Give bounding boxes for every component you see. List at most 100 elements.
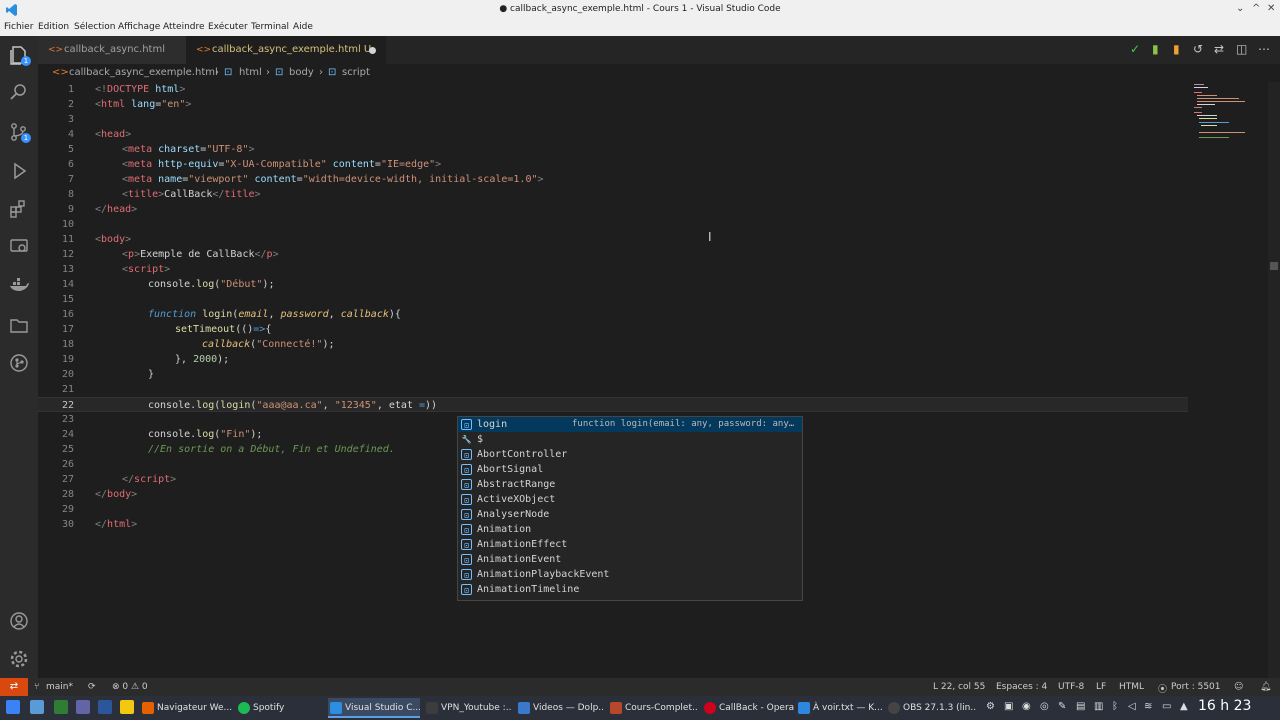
split-editor-icon[interactable]: ◫ [1236,42,1247,56]
taskbar-app[interactable]: Spotify [236,698,324,718]
autocomplete-popup[interactable]: ⊡ login function login(email: any, passwor… [457,416,803,601]
menu-terminal[interactable]: Terminal [251,22,289,32]
git-compare-icon[interactable]: ⇄ [1214,42,1224,56]
remote-icon[interactable]: ⇄ [0,678,28,696]
tab-callback-async-exemple[interactable]: <> callback_async_exemple.html U [186,36,386,64]
status-language[interactable]: HTML [1119,682,1144,692]
status-branch[interactable]: main* [46,682,73,692]
suggest-item[interactable]: ⊡ Animation [458,522,802,537]
code-line[interactable]: 15 [38,292,1188,307]
menu-fichier[interactable]: Fichier [4,22,33,32]
suggest-item[interactable]: ⊡ AbortController [458,447,802,462]
check-icon[interactable]: ✓ [1130,42,1140,56]
status-eol[interactable]: LF [1096,682,1106,692]
menu-affichage[interactable]: Affichage [118,22,160,32]
taskbar-app[interactable]: VPN_Youtube :... [424,698,512,718]
suggest-item[interactable]: ⊡ AbortSignal [458,462,802,477]
code-line[interactable]: 17 setTimeout(()=>{ [38,322,1188,337]
bluetooth-icon[interactable]: ᛒ [1112,701,1118,712]
code-line[interactable]: 2 <html lang="en"> [38,97,1188,112]
teams-tray-icon[interactable]: ▤ [1076,701,1085,712]
code-line[interactable]: 13 <script> [38,262,1188,277]
code-line[interactable]: 8 <title>CallBack</title> [38,187,1188,202]
suggest-item[interactable]: ⊡ ActiveXObject [458,492,802,507]
tray-expand-icon[interactable]: ▲ [1180,701,1188,712]
code-line[interactable]: 12 <p>Exemple de CallBack</p> [38,247,1188,262]
menu-executer[interactable]: Exécuter [208,22,248,32]
folder-icon[interactable] [8,314,30,336]
menu-selection[interactable]: Sélection [74,22,115,32]
taskbar-app[interactable]: Videos — Dolp... [516,698,604,718]
suggest-item[interactable]: ⊡ AnimationEvent [458,552,802,567]
book-icon[interactable]: ▮ [1152,42,1159,56]
sync-icon[interactable]: ⟳ [88,682,96,692]
files-app-icon[interactable] [120,700,134,714]
breadcrumb-body[interactable]: body [289,67,314,78]
teams-icon[interactable] [76,700,90,714]
app-menu-icon[interactable] [6,700,20,714]
remote-explorer-icon[interactable] [8,236,30,258]
search-icon[interactable] [8,81,30,103]
taskbar-app[interactable]: Visual Studio C... [328,698,420,718]
maximize-button[interactable]: ^ [1252,3,1260,14]
run-debug-icon[interactable] [8,160,30,182]
code-line[interactable]: 11 <body> [38,232,1188,247]
scrollbar-thumb[interactable] [1270,262,1278,270]
minimap[interactable] [1192,82,1272,142]
obs-tray-icon[interactable]: ◎ [1040,701,1049,712]
suggest-item[interactable]: 🔧 $ [458,432,802,447]
breadcrumb-html[interactable]: html [239,67,262,78]
code-line[interactable]: 18 callback("Connecté!"); [38,337,1188,352]
opera-tray-icon[interactable]: ◉ [1022,701,1031,712]
taskbar-app[interactable]: Navigateur We... [140,698,232,718]
status-problems[interactable]: ⊗ 0 ⚠ 0 [112,682,148,692]
code-line[interactable]: 14 console.log("Début"); [38,277,1188,292]
feedback-icon[interactable]: ☺ [1234,682,1243,692]
status-position[interactable]: L 22, col 55 [933,682,985,692]
tab-callback-async[interactable]: <> callback_async.html [38,36,186,64]
menu-atteindre[interactable]: Atteindre [163,22,205,32]
code-line[interactable]: 3 [38,112,1188,127]
source-control-icon[interactable]: 1 [8,121,31,143]
code-line[interactable]: 5 <meta charset="UTF-8"> [38,142,1188,157]
suggest-item[interactable]: ⊡ login function login(email: any, passwor… [458,417,802,432]
code-line[interactable]: 10 [38,217,1188,232]
account-icon[interactable] [8,610,30,632]
history-icon[interactable]: ↺ [1193,42,1203,56]
volume-icon[interactable]: ◁ [1128,701,1136,712]
suggest-item[interactable]: ⊡ AnimationPlaybackEvent [458,567,802,582]
code-line[interactable]: 4 <head> [38,127,1188,142]
status-encoding[interactable]: UTF-8 [1058,682,1084,692]
battery-icon[interactable]: ▭ [1162,701,1171,712]
word-icon[interactable] [98,700,112,714]
status-spaces[interactable]: Espaces : 4 [996,682,1047,692]
code-line[interactable]: 16 function login(email, password, callba… [38,307,1188,322]
taskbar-app[interactable]: Cours-Complet... [608,698,698,718]
code-line[interactable]: 19}, 2000); [38,352,1188,367]
chat-tray-icon[interactable]: ▣ [1004,701,1013,712]
suggest-item[interactable]: ⊡ AnalyserNode [458,507,802,522]
code-line[interactable]: 9 </head> [38,202,1188,217]
settings-tray-icon[interactable]: ⚙ [986,701,995,712]
code-line[interactable]: 20} [38,367,1188,382]
taskbar-clock[interactable]: 16 h 23 [1198,698,1251,714]
pin-tray-icon[interactable]: ✎ [1058,701,1066,712]
docker-icon[interactable] [8,275,30,297]
breadcrumb-script[interactable]: script [342,67,370,78]
taskview-icon[interactable] [54,700,68,714]
menu-aide[interactable]: Aide [293,22,313,32]
extensions-icon[interactable] [8,198,30,220]
bell-icon[interactable]: 🔔︎ [1260,682,1271,692]
taskbar-app[interactable]: CallBack - Opera [702,698,794,718]
bookmark-icon[interactable]: ▮ [1173,42,1180,56]
unsaved-dot-icon[interactable] [369,47,376,54]
code-line[interactable]: 6 <meta http-equiv="X-UA-Compatible" cont… [38,157,1188,172]
code-line-current[interactable]: 22 console.log(login("aaa@aa.ca", "12345"… [38,397,1188,412]
code-line[interactable]: 7 <meta name="viewport" content="width=de… [38,172,1188,187]
vertical-scrollbar[interactable] [1268,82,1280,678]
files-icon[interactable]: 1 [8,44,31,66]
menu-edition[interactable]: Edition [38,22,69,32]
breadcrumb-file[interactable]: callback_async_exemple.html [69,67,218,78]
wifi-icon[interactable]: ≋ [1144,701,1152,712]
taskbar-app[interactable]: À voir.txt — K... [796,698,882,718]
